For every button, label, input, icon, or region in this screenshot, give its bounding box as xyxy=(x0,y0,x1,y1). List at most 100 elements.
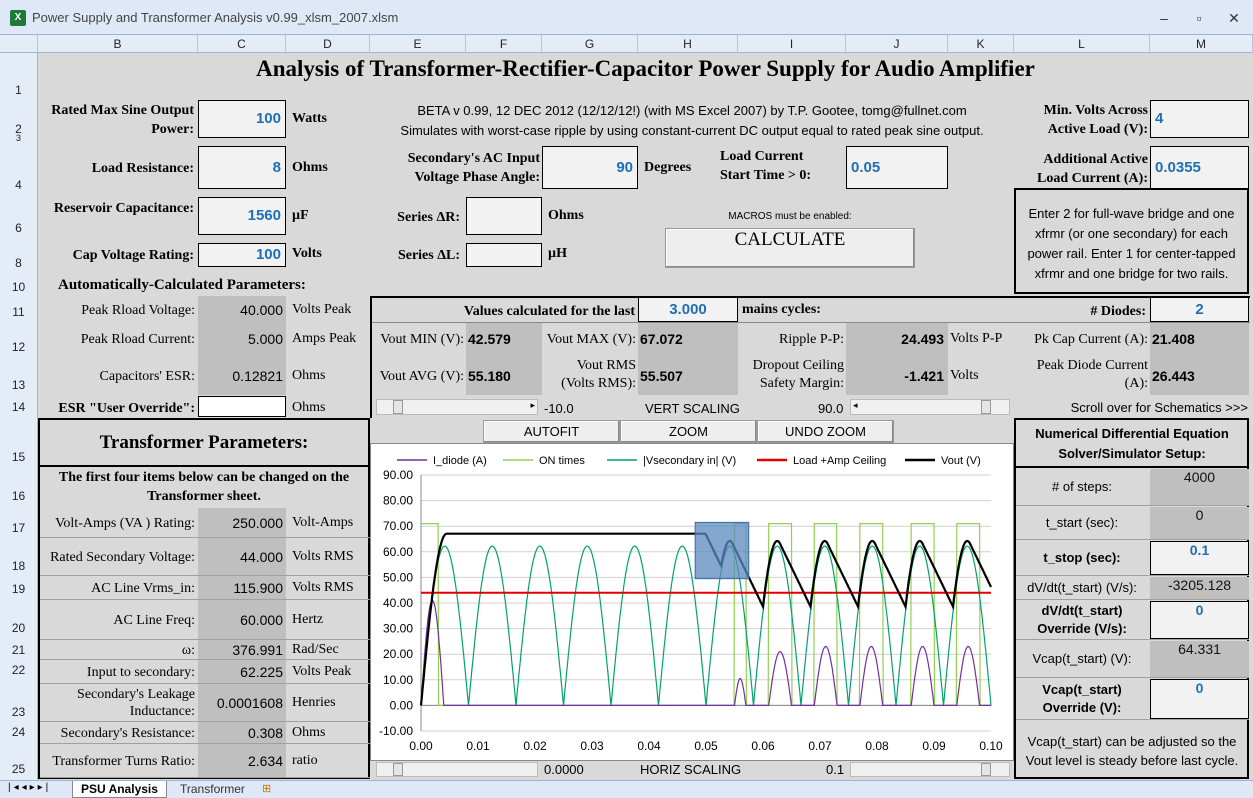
scroll-thumb[interactable] xyxy=(981,400,991,414)
transformer-row-unit: Ohms xyxy=(292,725,326,740)
auto-value: 0.12821 xyxy=(232,368,283,384)
column-header[interactable]: L xyxy=(1014,35,1150,53)
esr-override-unit: Ohms xyxy=(292,400,326,415)
cap-voltage-input[interactable]: 100 xyxy=(198,243,286,267)
autofit-button[interactable]: AUTOFIT xyxy=(483,420,620,443)
column-header[interactable]: M xyxy=(1150,35,1253,53)
row-header[interactable]: 18 xyxy=(0,559,37,573)
row-header[interactable]: 4 xyxy=(0,178,37,192)
min-volts-input[interactable]: 4 xyxy=(1150,100,1249,138)
chart-x-tick-label: 0.05 xyxy=(694,739,718,753)
chart-y-tick-label: 50.00 xyxy=(383,570,413,584)
row-header[interactable]: 10 xyxy=(0,280,37,294)
column-header[interactable]: E xyxy=(370,35,466,53)
scroll-thumb[interactable] xyxy=(393,400,403,414)
macros-note: MACROS must be enabled: xyxy=(728,211,852,222)
column-header[interactable]: I xyxy=(738,35,846,53)
values-header: Values calculated for the last xyxy=(463,304,635,319)
tab-psu-analysis[interactable]: PSU Analysis xyxy=(72,781,167,798)
load-current-start-input[interactable]: 0.05 xyxy=(846,146,948,189)
chart-x-tick-label: 0.01 xyxy=(466,739,490,753)
solver-input[interactable]: 0 xyxy=(1150,679,1249,719)
diodes-instructions: Enter 2 for full-wave bridge and one xfr… xyxy=(1014,188,1249,294)
rated-power-input[interactable]: 100 xyxy=(198,100,286,138)
column-header[interactable]: J xyxy=(846,35,948,53)
column-header[interactable]: B xyxy=(38,35,198,53)
vert-scaling-min-scrollbar[interactable]: ▸ xyxy=(376,399,538,415)
transformer-row-label: AC Line Freq: xyxy=(113,612,195,628)
calculate-button[interactable]: CALCULATE xyxy=(665,228,915,268)
chart-x-tick-label: 0.09 xyxy=(922,739,946,753)
undo-zoom-button[interactable]: UNDO ZOOM xyxy=(757,420,894,443)
horiz-scaling-min-scrollbar[interactable] xyxy=(376,762,538,777)
column-header[interactable]: D xyxy=(286,35,370,53)
series-l-unit: µH xyxy=(548,246,567,261)
row-header[interactable]: 20 xyxy=(0,621,37,635)
series-l-input[interactable] xyxy=(466,243,542,267)
chart-y-tick-label: 80.00 xyxy=(383,494,413,508)
schematics-scroll-note[interactable]: Scroll over for Schematics >>> xyxy=(1018,400,1248,415)
chart-area[interactable]: 90.00 80.00 70.00 60.00 50.00 40.00 30.00 20.00… xyxy=(370,443,1014,761)
solver-note: Vcap(t_start) can be adjusted so the Vou… xyxy=(1025,734,1239,768)
series-r-unit: Ohms xyxy=(548,208,584,223)
scroll-thumb[interactable] xyxy=(393,763,403,776)
transformer-row-unit: Volts Peak xyxy=(292,664,352,679)
horiz-scaling-max-scrollbar[interactable] xyxy=(850,762,1010,777)
minimize-button[interactable]: – xyxy=(1150,8,1178,28)
load-resistance-unit: Ohms xyxy=(292,160,328,175)
row-header[interactable]: 25 xyxy=(0,762,37,776)
row-header[interactable]: 11 xyxy=(0,305,37,319)
column-header[interactable]: G xyxy=(542,35,638,53)
row-header[interactable]: 6 xyxy=(0,221,37,235)
row-header[interactable]: 1 xyxy=(0,83,37,97)
column-header[interactable]: H xyxy=(638,35,738,53)
legend-label: |Vsecondary in| (V) xyxy=(643,455,736,467)
row-header[interactable]: 12 xyxy=(0,340,37,354)
transformer-row-unit: Henries xyxy=(292,695,336,710)
cycles-input[interactable]: 3.000 xyxy=(638,297,738,322)
row-header[interactable]: 13 xyxy=(0,378,37,392)
row-header[interactable]: 19 xyxy=(0,582,37,596)
horiz-scaling-label: HORIZ SCALING xyxy=(640,762,742,777)
legend-label: Load +Amp Ceiling xyxy=(793,455,886,467)
column-header[interactable]: F xyxy=(466,35,542,53)
auto-label: Peak Rload Voltage: xyxy=(81,303,195,318)
vout-rms-label: Vout RMS (Volts RMS): xyxy=(561,358,636,391)
excel-app-icon[interactable]: X xyxy=(10,10,26,26)
chart-x-tick-label: 0.10 xyxy=(979,739,1003,753)
restore-button[interactable]: ▫ xyxy=(1185,8,1213,28)
scroll-right-arrow-icon[interactable]: ▸ xyxy=(530,400,535,411)
esr-override-input[interactable] xyxy=(198,396,286,417)
scroll-thumb[interactable] xyxy=(981,763,991,776)
zoom-button[interactable]: ZOOM xyxy=(620,420,757,443)
close-button[interactable]: ✕ xyxy=(1220,8,1248,28)
rated-power-label: Rated Max Sine Output Power: xyxy=(51,103,194,137)
row-header[interactable]: 3 xyxy=(0,133,37,143)
chart-y-tick-label: 40.00 xyxy=(383,596,413,610)
row-header[interactable]: 14 xyxy=(0,400,37,414)
insert-sheet-icon[interactable]: ⊞ xyxy=(262,782,271,795)
phase-angle-input[interactable]: 90 xyxy=(542,146,638,189)
solver-input[interactable]: 0.1 xyxy=(1150,541,1249,575)
column-header[interactable]: C xyxy=(198,35,286,53)
additional-current-input[interactable]: 0.0355 xyxy=(1150,146,1249,189)
row-header[interactable]: 22 xyxy=(0,663,37,677)
scroll-left-arrow-icon[interactable]: ◂ xyxy=(853,400,858,411)
diodes-input[interactable]: 2 xyxy=(1150,297,1249,322)
select-all-corner[interactable] xyxy=(0,35,38,53)
row-header[interactable]: 8 xyxy=(0,256,37,270)
row-header[interactable]: 17 xyxy=(0,521,37,535)
row-header[interactable]: 21 xyxy=(0,643,37,657)
tab-transformer[interactable]: Transformer xyxy=(172,781,253,798)
column-header[interactable]: K xyxy=(948,35,1014,53)
load-resistance-input[interactable]: 8 xyxy=(198,146,286,189)
vert-scaling-max-scrollbar[interactable]: ◂ xyxy=(850,399,1010,415)
row-header[interactable]: 15 xyxy=(0,450,37,464)
row-header[interactable]: 24 xyxy=(0,725,37,739)
series-r-input[interactable] xyxy=(466,197,542,235)
row-header[interactable]: 16 xyxy=(0,489,37,503)
row-header[interactable]: 23 xyxy=(0,705,37,719)
tab-nav-arrows-icon[interactable]: |◂◂▸▸| xyxy=(8,782,51,793)
solver-input[interactable]: 0 xyxy=(1150,601,1249,639)
reservoir-capacitance-input[interactable]: 1560 xyxy=(198,197,286,235)
